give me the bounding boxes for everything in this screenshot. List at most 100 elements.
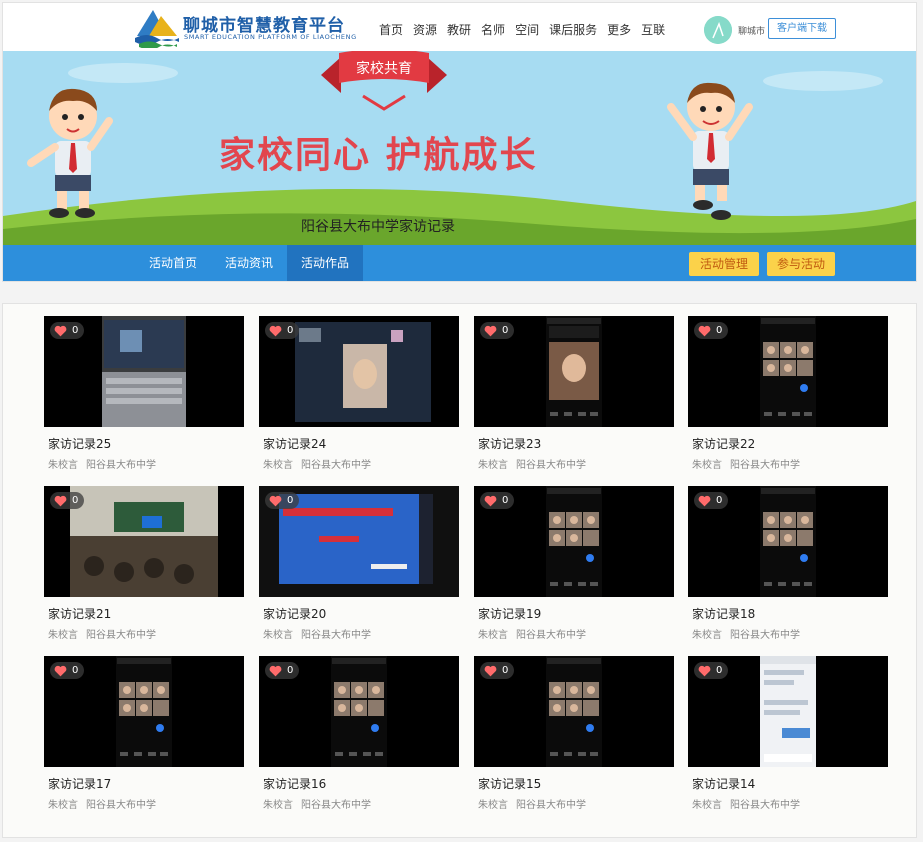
nav-item-more[interactable]: 更多 xyxy=(607,21,631,38)
activity-banner: 家校共育 家校同心 护航成长 阳谷县大布中学家访记录 xyxy=(3,51,916,246)
work-card[interactable]: 0 家访记录14 朱校言 阳谷县大布中学 xyxy=(688,656,888,816)
like-counter[interactable]: 0 xyxy=(265,322,300,339)
user-name[interactable]: 聊城市 xyxy=(738,24,765,37)
work-thumbnail[interactable]: 0 xyxy=(259,486,459,597)
work-thumbnail[interactable]: 0 xyxy=(688,486,888,597)
heart-icon xyxy=(54,495,67,506)
nav-item-after-school[interactable]: 课后服务 xyxy=(549,21,597,38)
work-thumbnail[interactable]: 0 xyxy=(44,316,244,427)
work-thumbnail[interactable]: 0 xyxy=(259,656,459,767)
activity-nav-bar: 活动首页 活动资讯 活动作品 活动管理 参与活动 xyxy=(3,245,916,281)
work-school[interactable]: 阳谷县大布中学 xyxy=(730,460,800,471)
work-author[interactable]: 朱校言 xyxy=(263,630,293,641)
work-meta: 朱校言 阳谷县大布中学 xyxy=(263,796,371,811)
like-counter[interactable]: 0 xyxy=(50,492,85,509)
work-card[interactable]: 0 家访记录19 朱校言 阳谷县大布中学 xyxy=(474,486,674,646)
work-school[interactable]: 阳谷县大布中学 xyxy=(86,630,156,641)
like-count: 0 xyxy=(716,325,723,336)
work-author[interactable]: 朱校言 xyxy=(478,630,508,641)
work-thumbnail[interactable]: 0 xyxy=(474,316,674,427)
work-author[interactable]: 朱校言 xyxy=(48,800,78,811)
work-thumbnail[interactable]: 0 xyxy=(44,656,244,767)
work-card[interactable]: 0 家访记录21 朱校言 阳谷县大布中学 xyxy=(44,486,244,646)
work-school[interactable]: 阳谷县大布中学 xyxy=(730,800,800,811)
work-author[interactable]: 朱校言 xyxy=(263,800,293,811)
work-title[interactable]: 家访记录14 xyxy=(692,775,755,792)
nav-item-famous-teachers[interactable]: 名师 xyxy=(481,21,505,38)
work-thumbnail[interactable]: 0 xyxy=(259,316,459,427)
work-school[interactable]: 阳谷县大布中学 xyxy=(516,630,586,641)
work-title[interactable]: 家访记录19 xyxy=(478,605,541,622)
heart-icon xyxy=(698,665,711,676)
work-title[interactable]: 家访记录20 xyxy=(263,605,326,622)
like-counter[interactable]: 0 xyxy=(694,322,729,339)
work-author[interactable]: 朱校言 xyxy=(692,800,722,811)
work-author[interactable]: 朱校言 xyxy=(48,460,78,471)
work-thumbnail[interactable]: 0 xyxy=(474,656,674,767)
work-title[interactable]: 家访记录24 xyxy=(263,435,326,452)
work-card[interactable]: 0 家访记录16 朱校言 阳谷县大布中学 xyxy=(259,656,459,816)
like-counter[interactable]: 0 xyxy=(50,662,85,679)
like-counter[interactable]: 0 xyxy=(480,322,515,339)
like-counter[interactable]: 0 xyxy=(265,492,300,509)
work-thumbnail[interactable]: 0 xyxy=(688,656,888,767)
like-counter[interactable]: 0 xyxy=(480,662,515,679)
work-card[interactable]: 0 家访记录24 朱校言 阳谷县大布中学 xyxy=(259,316,459,476)
heart-icon xyxy=(484,495,497,506)
work-school[interactable]: 阳谷县大布中学 xyxy=(301,460,371,471)
work-author[interactable]: 朱校言 xyxy=(692,630,722,641)
work-thumbnail[interactable]: 0 xyxy=(688,316,888,427)
work-title[interactable]: 家访记录15 xyxy=(478,775,541,792)
work-card[interactable]: 0 家访记录18 朱校言 阳谷县大布中学 xyxy=(688,486,888,646)
work-card[interactable]: 0 家访记录23 朱校言 阳谷县大布中学 xyxy=(474,316,674,476)
nav-item-teaching-research[interactable]: 教研 xyxy=(447,21,471,38)
nav-item-space[interactable]: 空间 xyxy=(515,21,539,38)
platform-logo-icon[interactable] xyxy=(133,6,181,48)
work-title[interactable]: 家访记录17 xyxy=(48,775,111,792)
site-header: 聊城市智慧教育平台 SMART EDUCATION PLATFORM OF LI… xyxy=(3,3,916,51)
work-card[interactable]: 0 家访记录25 朱校言 阳谷县大布中学 xyxy=(44,316,244,476)
nav-item-interconnect[interactable]: 互联 xyxy=(641,21,665,38)
main-nav: 首页 资源 教研 名师 空间 课后服务 更多 互联 xyxy=(379,21,665,38)
work-school[interactable]: 阳谷县大布中学 xyxy=(516,460,586,471)
client-download-button[interactable]: 客户端下载 xyxy=(768,18,836,39)
work-thumbnail[interactable]: 0 xyxy=(474,486,674,597)
work-school[interactable]: 阳谷县大布中学 xyxy=(86,800,156,811)
tab-activity-news[interactable]: 活动资讯 xyxy=(211,245,287,281)
work-card[interactable]: 0 家访记录22 朱校言 阳谷县大布中学 xyxy=(688,316,888,476)
work-school[interactable]: 阳谷县大布中学 xyxy=(301,630,371,641)
work-card[interactable]: 0 家访记录17 朱校言 阳谷县大布中学 xyxy=(44,656,244,816)
work-card[interactable]: 0 家访记录20 朱校言 阳谷县大布中学 xyxy=(259,486,459,646)
nav-item-resources[interactable]: 资源 xyxy=(413,21,437,38)
work-title[interactable]: 家访记录18 xyxy=(692,605,755,622)
work-school[interactable]: 阳谷县大布中学 xyxy=(730,630,800,641)
like-counter[interactable]: 0 xyxy=(265,662,300,679)
like-counter[interactable]: 0 xyxy=(480,492,515,509)
work-meta: 朱校言 阳谷县大布中学 xyxy=(263,626,371,641)
nav-item-home[interactable]: 首页 xyxy=(379,21,403,38)
join-activity-button[interactable]: 参与活动 xyxy=(767,252,835,276)
user-avatar-icon[interactable] xyxy=(704,16,732,44)
work-school[interactable]: 阳谷县大布中学 xyxy=(301,800,371,811)
tab-activity-works[interactable]: 活动作品 xyxy=(287,245,363,281)
work-school[interactable]: 阳谷县大布中学 xyxy=(516,800,586,811)
work-author[interactable]: 朱校言 xyxy=(48,630,78,641)
work-title[interactable]: 家访记录25 xyxy=(48,435,111,452)
work-title[interactable]: 家访记录22 xyxy=(692,435,755,452)
work-school[interactable]: 阳谷县大布中学 xyxy=(86,460,156,471)
like-counter[interactable]: 0 xyxy=(694,492,729,509)
work-author[interactable]: 朱校言 xyxy=(478,800,508,811)
work-title[interactable]: 家访记录21 xyxy=(48,605,111,622)
work-thumbnail[interactable]: 0 xyxy=(44,486,244,597)
like-counter[interactable]: 0 xyxy=(50,322,85,339)
work-author[interactable]: 朱校言 xyxy=(478,460,508,471)
work-author[interactable]: 朱校言 xyxy=(692,460,722,471)
like-counter[interactable]: 0 xyxy=(694,662,729,679)
work-card[interactable]: 0 家访记录15 朱校言 阳谷县大布中学 xyxy=(474,656,674,816)
work-title[interactable]: 家访记录23 xyxy=(478,435,541,452)
work-author[interactable]: 朱校言 xyxy=(263,460,293,471)
heart-icon xyxy=(54,325,67,336)
work-title[interactable]: 家访记录16 xyxy=(263,775,326,792)
tab-activity-home[interactable]: 活动首页 xyxy=(135,245,211,281)
manage-activity-button[interactable]: 活动管理 xyxy=(689,252,759,276)
